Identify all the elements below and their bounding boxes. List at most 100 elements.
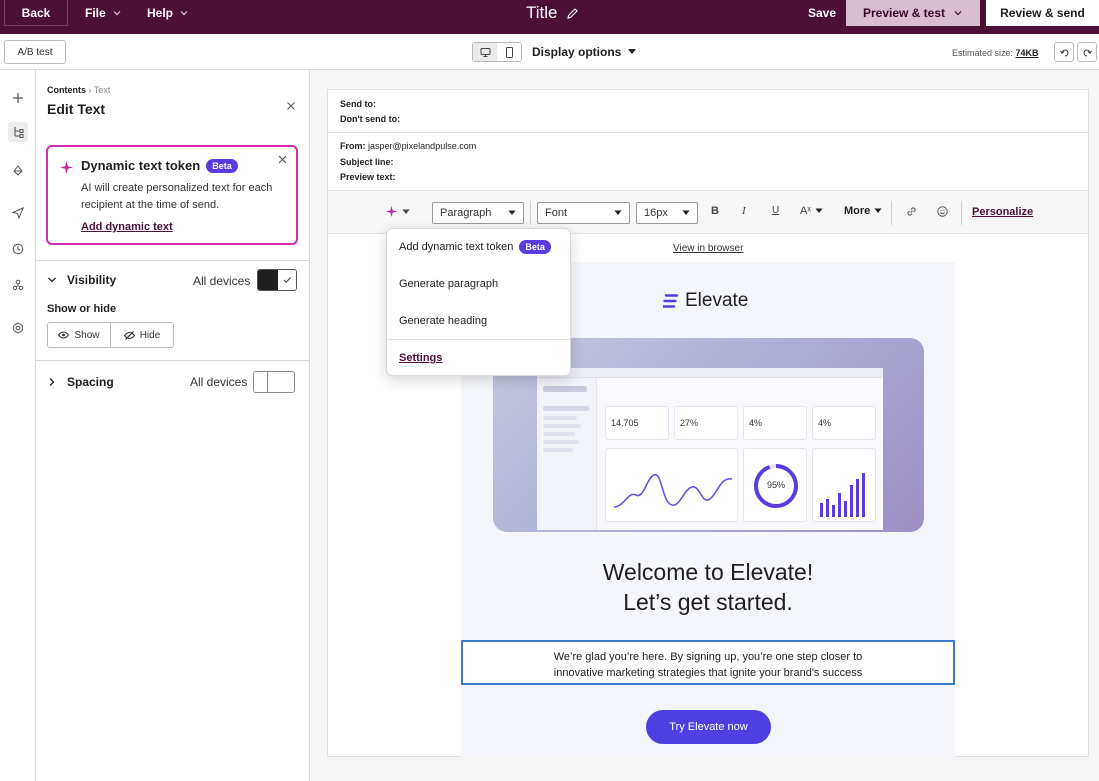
save-button[interactable]: Save: [808, 0, 836, 26]
caret-down-icon: [508, 210, 516, 215]
dismiss-token-card-button[interactable]: [278, 155, 287, 164]
history-button[interactable]: [8, 239, 28, 259]
show-or-hide-label: Show or hide: [47, 303, 117, 315]
ab-test-button[interactable]: A/B test: [4, 40, 66, 64]
paint-bucket-icon: [13, 165, 23, 176]
stat-card: 14,705: [605, 406, 669, 440]
more-menu-button[interactable]: More: [844, 205, 882, 217]
font-select[interactable]: Font: [537, 202, 630, 224]
show-button[interactable]: Show: [48, 323, 110, 347]
font-size-value: 16px: [644, 207, 668, 219]
desktop-view-button[interactable]: [473, 43, 497, 61]
menu-item-settings[interactable]: Settings: [399, 352, 442, 364]
pencil-icon[interactable]: [566, 7, 579, 20]
divider: [36, 360, 309, 361]
text-style-menu-button[interactable]: Aˣ: [800, 205, 823, 217]
toggle-check: [278, 270, 296, 290]
close-panel-button[interactable]: [286, 101, 296, 111]
personalize-button[interactable]: Personalize: [972, 206, 1033, 218]
emoji-button[interactable]: [937, 206, 948, 217]
view-in-browser-link[interactable]: View in browser: [673, 243, 743, 254]
toolbar-divider: [530, 201, 531, 225]
beta-badge: Beta: [206, 158, 238, 173]
mobile-view-button[interactable]: [497, 43, 521, 61]
visibility-toggle[interactable]: [257, 269, 297, 291]
checkmark-icon: [283, 277, 291, 283]
caret-down-icon: [614, 210, 622, 215]
insert-link-button[interactable]: [906, 206, 917, 217]
redo-icon: [1083, 49, 1092, 56]
caret-down-icon: [682, 210, 690, 215]
breadcrumb-root[interactable]: Contents: [47, 85, 86, 95]
hide-button[interactable]: Hide: [110, 323, 173, 347]
font-size-select[interactable]: 16px: [636, 202, 698, 224]
settings-button[interactable]: [8, 318, 28, 338]
stat-value: 14,705: [611, 418, 639, 428]
send-settings-button[interactable]: [8, 203, 28, 223]
chevron-down-icon: [180, 11, 188, 16]
breadcrumb: Contents › Text: [47, 85, 110, 95]
stat-value: 4%: [818, 418, 832, 428]
menu-item-label: Generate paragraph: [399, 278, 499, 290]
dont-send-to-row[interactable]: Don't send to:: [340, 114, 400, 124]
email-title[interactable]: Title: [526, 3, 579, 23]
visibility-devices-label: All devices: [193, 274, 251, 288]
italic-button[interactable]: I: [742, 205, 746, 217]
underline-button[interactable]: U: [772, 205, 779, 216]
gauge-value: 95%: [766, 480, 785, 490]
send-to-label: Send to:: [340, 99, 376, 109]
selected-text-block[interactable]: We’re glad you’re here. By signing up, y…: [461, 640, 955, 685]
preview-text-label: Preview text:: [340, 172, 396, 182]
spacing-section-toggle[interactable]: Spacing: [47, 375, 114, 389]
mock-sidebar-line: [543, 440, 579, 444]
ai-assist-button[interactable]: [386, 206, 410, 217]
token-card-title: Dynamic text token Beta: [81, 158, 238, 173]
paragraph-line: We’re glad you’re here. By signing up, y…: [553, 651, 863, 663]
mock-sidebar-line: [543, 386, 587, 392]
menu-item-add-dynamic-text-token[interactable]: Add dynamic text token Beta: [399, 240, 551, 254]
visibility-label: Visibility: [67, 273, 117, 287]
preview-test-button[interactable]: Preview & test: [846, 0, 980, 26]
subject-line-row[interactable]: Subject line:: [340, 157, 394, 167]
audience-button[interactable]: [8, 275, 28, 295]
paragraph-style-select[interactable]: Paragraph: [432, 202, 524, 224]
contents-tree-button[interactable]: [8, 122, 28, 142]
device-toggle[interactable]: [472, 42, 522, 62]
file-menu-button[interactable]: File: [85, 0, 122, 26]
menu-item-label: Add dynamic text token: [399, 241, 514, 253]
back-button[interactable]: Back: [4, 0, 68, 26]
stat-card: 4%: [743, 406, 807, 440]
spacing-toggle[interactable]: [253, 371, 295, 393]
line-chart-card: [605, 448, 738, 522]
welcome-heading[interactable]: Welcome to Elevate! Let’s get started.: [461, 557, 955, 617]
paragraph-line: innovative marketing strategies that ign…: [553, 667, 863, 679]
help-menu-button[interactable]: Help: [147, 0, 189, 26]
ai-assist-menu: Add dynamic text token Beta Generate par…: [386, 228, 571, 376]
menu-item-generate-paragraph[interactable]: Generate paragraph: [399, 278, 498, 290]
stat-value: 4%: [749, 418, 763, 428]
review-send-button[interactable]: Review & send: [986, 0, 1099, 26]
menu-item-generate-heading[interactable]: Generate heading: [399, 315, 487, 327]
mock-sidebar-line: [543, 432, 575, 436]
dynamic-text-token-card: Dynamic text token Beta AI will create p…: [46, 145, 298, 245]
file-label: File: [85, 6, 106, 20]
bold-button[interactable]: B: [711, 205, 719, 217]
browser-bar: [537, 368, 883, 378]
preview-text-row[interactable]: Preview text:: [340, 172, 396, 182]
divider: [36, 260, 309, 261]
display-options-button[interactable]: Display options: [532, 45, 637, 59]
sparkle-icon: [60, 161, 73, 174]
add-content-button[interactable]: [8, 88, 28, 108]
estimated-size: Estimated size: 74KB: [952, 48, 1039, 58]
redo-button[interactable]: [1077, 42, 1097, 62]
try-elevate-button[interactable]: Try Elevate now: [646, 710, 771, 744]
visibility-section-toggle[interactable]: Visibility: [47, 273, 116, 287]
from-row[interactable]: From: jasper@pixelandpulse.com: [340, 141, 476, 151]
send-to-row[interactable]: Send to:: [340, 99, 376, 109]
mock-sidebar-line: [543, 448, 573, 452]
show-hide-segmented: Show Hide: [47, 322, 174, 348]
design-button[interactable]: [8, 160, 28, 180]
estimated-size-value[interactable]: 74KB: [1016, 48, 1039, 58]
undo-button[interactable]: [1054, 42, 1074, 62]
add-dynamic-text-link[interactable]: Add dynamic text: [81, 221, 173, 233]
